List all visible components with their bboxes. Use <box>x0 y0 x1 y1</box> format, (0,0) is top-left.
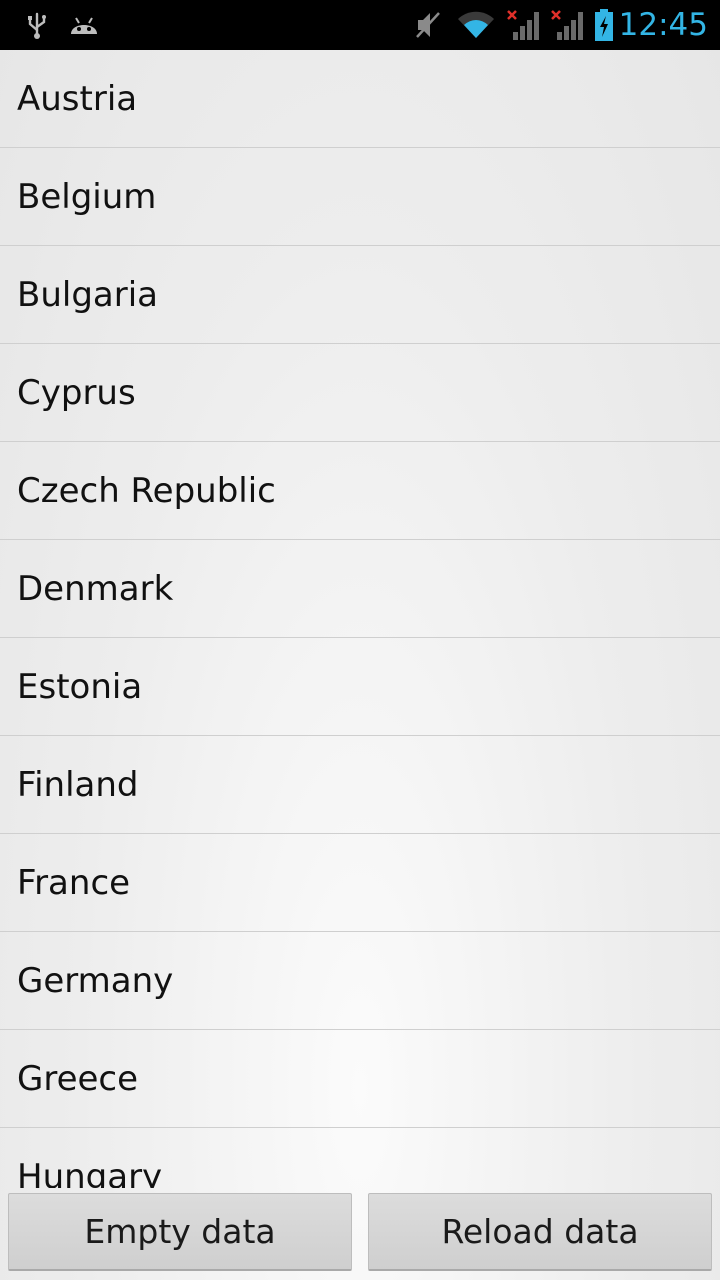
list-item-label: Hungary <box>17 1156 163 1189</box>
list-item[interactable]: Hungary <box>0 1128 720 1189</box>
button-bar: Empty data Reload data <box>0 1188 720 1280</box>
list-item-label: Estonia <box>17 666 143 707</box>
list-item-label: Czech Republic <box>17 470 276 511</box>
status-bar: 12:45 <box>0 0 720 50</box>
list-item-label: Germany <box>17 960 174 1001</box>
list-item[interactable]: Austria <box>0 50 720 148</box>
list-item[interactable]: Estonia <box>0 638 720 736</box>
list-item[interactable]: Bulgaria <box>0 246 720 344</box>
list-item[interactable]: Finland <box>0 736 720 834</box>
signal-no-service-icon <box>548 0 586 50</box>
mute-icon <box>412 0 444 50</box>
list-item-label: Austria <box>17 78 138 119</box>
reload-data-button[interactable]: Reload data <box>368 1193 712 1271</box>
list-item-label: Belgium <box>17 176 157 217</box>
usb-icon <box>24 0 50 50</box>
battery-charging-icon <box>592 0 616 50</box>
signal-no-service-icon <box>504 0 542 50</box>
list-item-label: Greece <box>17 1058 139 1099</box>
list-item-label: Finland <box>17 764 139 805</box>
list-item-label: France <box>17 862 131 903</box>
android-debug-icon <box>66 0 102 50</box>
list-item[interactable]: Czech Republic <box>0 442 720 540</box>
list-item[interactable]: Denmark <box>0 540 720 638</box>
list-item-label: Bulgaria <box>17 274 158 315</box>
list-item[interactable]: Belgium <box>0 148 720 246</box>
list-item-label: Cyprus <box>17 372 136 413</box>
wifi-icon <box>454 0 498 50</box>
empty-data-button[interactable]: Empty data <box>8 1193 352 1271</box>
list-item[interactable]: Greece <box>0 1030 720 1128</box>
list-item[interactable]: Cyprus <box>0 344 720 442</box>
list-item[interactable]: Germany <box>0 932 720 1030</box>
status-clock: 12:45 <box>618 7 708 43</box>
list-item[interactable]: France <box>0 834 720 932</box>
country-list[interactable]: Austria Belgium Bulgaria Cyprus Czech Re… <box>0 50 720 1188</box>
list-item-label: Denmark <box>17 568 174 609</box>
